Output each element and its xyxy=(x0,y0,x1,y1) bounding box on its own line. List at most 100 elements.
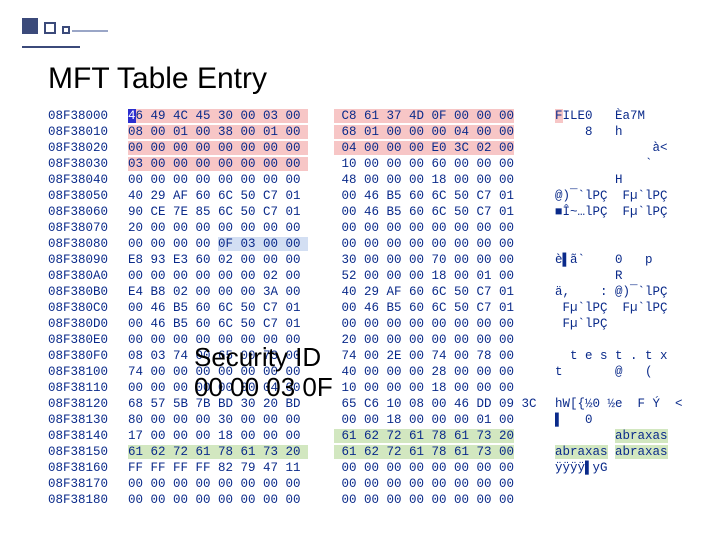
hex-ascii: H xyxy=(540,172,623,188)
hex-row: 08F38100 74 00 00 00 00 00 00 00 40 00 0… xyxy=(48,364,683,380)
hex-ascii: t @ ( xyxy=(540,364,653,380)
callout-line1: Security ID xyxy=(194,342,333,372)
hex-row: 08F38060 90 CE 7E 85 6C 50 C7 01 00 46 B… xyxy=(48,204,683,220)
hex-ascii: ` xyxy=(540,156,653,172)
hex-offset: 08F38100 xyxy=(48,364,128,380)
hex-ascii: à< xyxy=(540,140,668,156)
hex-bytes-right: 00 46 B5 60 6C 50 C7 01 xyxy=(334,300,540,316)
hex-bytes-left: 00 00 00 00 00 00 00 00 xyxy=(128,492,334,508)
hex-bytes-right: 00 00 00 00 00 00 00 00 xyxy=(334,492,540,508)
hex-bytes-right: 00 00 00 00 00 00 00 00 xyxy=(334,236,540,252)
hex-row: 08F380E0 00 00 00 00 00 00 00 00 20 00 0… xyxy=(48,332,683,348)
page-title: MFT Table Entry xyxy=(48,62,267,96)
hex-ascii: hW[{½0 ½e F Ý < xyxy=(540,396,683,412)
hex-ascii: abraxas xyxy=(540,428,668,444)
hex-row: 08F38070 20 00 00 00 00 00 00 00 00 00 0… xyxy=(48,220,683,236)
hex-offset: 08F38020 xyxy=(48,140,128,156)
hex-offset: 08F380A0 xyxy=(48,268,128,284)
hex-bytes-right: C8 61 37 4D 0F 00 00 00 xyxy=(334,108,540,124)
hex-ascii: @)¯`lPÇ Fµ`lPÇ xyxy=(540,188,668,204)
hex-bytes-right: 10 00 00 00 18 00 00 00 xyxy=(334,380,540,396)
hex-offset: 08F38000 xyxy=(48,108,128,124)
callout-security-id: Security ID 00 00 03 0F xyxy=(194,342,333,402)
hex-row: 08F38170 00 00 00 00 00 00 00 00 00 00 0… xyxy=(48,476,683,492)
hex-bytes-left: 00 00 00 00 0F 03 00 00 xyxy=(128,236,334,252)
hex-offset: 08F380B0 xyxy=(48,284,128,300)
hex-offset: 08F38060 xyxy=(48,204,128,220)
hex-bytes-left: 61 62 72 61 78 61 73 20 xyxy=(128,444,334,460)
hex-bytes-right: 00 00 00 00 00 00 00 00 xyxy=(334,316,540,332)
hex-bytes-left: 17 00 00 00 18 00 00 00 xyxy=(128,428,334,444)
hex-ascii: t e s t . t x xyxy=(540,348,668,364)
hex-bytes-left: 00 46 B5 60 6C 50 C7 01 xyxy=(128,300,334,316)
hex-offset: 08F38080 xyxy=(48,236,128,252)
hex-offset: 08F38040 xyxy=(48,172,128,188)
hex-bytes-right: 04 00 00 00 E0 3C 02 00 xyxy=(334,140,540,156)
hex-bytes-left: 08 00 01 00 38 00 01 00 xyxy=(128,124,334,140)
hex-ascii: R xyxy=(540,268,623,284)
hex-row: 08F38090 E8 93 E3 60 02 00 00 00 30 00 0… xyxy=(48,252,683,268)
hex-offset: 08F380D0 xyxy=(48,316,128,332)
hex-ascii: abraxas abraxas xyxy=(540,444,668,460)
hex-bytes-left: 00 46 B5 60 6C 50 C7 01 xyxy=(128,316,334,332)
hex-bytes-left: E4 B8 02 00 00 00 3A 00 xyxy=(128,284,334,300)
hex-row: 08F38150 61 62 72 61 78 61 73 20 61 62 7… xyxy=(48,444,683,460)
hex-bytes-left: 46 49 4C 45 30 00 03 00 xyxy=(128,108,334,124)
hex-bytes-left: 80 00 00 00 30 00 00 00 xyxy=(128,412,334,428)
hex-ascii xyxy=(540,380,555,396)
hex-offset: 08F38050 xyxy=(48,188,128,204)
hex-ascii: ä, : @)¯`lPÇ xyxy=(540,284,668,300)
hex-dump: 08F38000 46 49 4C 45 30 00 03 00 C8 61 3… xyxy=(48,108,683,508)
hex-row: 08F38040 00 00 00 00 00 00 00 00 48 00 0… xyxy=(48,172,683,188)
hex-offset: 08F38090 xyxy=(48,252,128,268)
hex-row: 08F38020 00 00 00 00 00 00 00 00 04 00 0… xyxy=(48,140,683,156)
hex-ascii: FILE0 Èa7M xyxy=(540,108,645,124)
hex-row: 08F380B0 E4 B8 02 00 00 00 3A 00 40 29 A… xyxy=(48,284,683,300)
hex-ascii xyxy=(540,236,555,252)
hex-row: 08F38010 08 00 01 00 38 00 01 00 68 01 0… xyxy=(48,124,683,140)
hex-offset: 08F38160 xyxy=(48,460,128,476)
hex-bytes-right: 52 00 00 00 18 00 01 00 xyxy=(334,268,540,284)
hex-bytes-left: 00 00 00 00 00 00 00 00 xyxy=(128,140,334,156)
hex-bytes-right: 00 00 18 00 00 00 01 00 xyxy=(334,412,540,428)
hex-row: 08F38030 03 00 00 00 00 00 00 00 10 00 0… xyxy=(48,156,683,172)
hex-bytes-left: 20 00 00 00 00 00 00 00 xyxy=(128,220,334,236)
hex-bytes-right: 65 C6 10 08 00 46 DD 09 3C xyxy=(334,396,540,412)
hex-ascii: ■Î~…lPÇ Fµ`lPÇ xyxy=(540,204,668,220)
hex-bytes-left: E8 93 E3 60 02 00 00 00 xyxy=(128,252,334,268)
hex-row: 08F38120 68 57 5B 7B BD 30 20 BD 65 C6 1… xyxy=(48,396,683,412)
hex-ascii: ▌ 0 xyxy=(540,412,593,428)
hex-row: 08F38080 00 00 00 00 0F 03 00 00 00 00 0… xyxy=(48,236,683,252)
hex-ascii: 8 h xyxy=(540,124,623,140)
hex-ascii: Fµ`lPÇ Fµ`lPÇ xyxy=(540,300,668,316)
hex-bytes-right: 10 00 00 00 60 00 00 00 xyxy=(334,156,540,172)
hex-bytes-right: 48 00 00 00 18 00 00 00 xyxy=(334,172,540,188)
hex-bytes-right: 40 29 AF 60 6C 50 C7 01 xyxy=(334,284,540,300)
hex-ascii xyxy=(540,220,555,236)
hex-row: 08F38180 00 00 00 00 00 00 00 00 00 00 0… xyxy=(48,492,683,508)
hex-ascii: Fµ`lPÇ xyxy=(540,316,608,332)
hex-offset: 08F38130 xyxy=(48,412,128,428)
hex-bytes-left: 40 29 AF 60 6C 50 C7 01 xyxy=(128,188,334,204)
hex-bytes-left: FF FF FF FF 82 79 47 11 xyxy=(128,460,334,476)
hex-offset: 08F38120 xyxy=(48,396,128,412)
hex-row: 08F38000 46 49 4C 45 30 00 03 00 C8 61 3… xyxy=(48,108,683,124)
hex-bytes-right: 30 00 00 00 70 00 00 00 xyxy=(334,252,540,268)
hex-ascii: è▌ã` 0 p xyxy=(540,252,653,268)
hex-bytes-right: 00 00 00 00 00 00 00 00 xyxy=(334,476,540,492)
hex-row: 08F38140 17 00 00 00 18 00 00 00 61 62 7… xyxy=(48,428,683,444)
hex-row: 08F380F0 08 03 74 00 65 00 73 00 74 00 2… xyxy=(48,348,683,364)
hex-bytes-right: 00 00 00 00 00 00 00 00 xyxy=(334,460,540,476)
hex-ascii xyxy=(540,492,555,508)
hex-bytes-right: 00 00 00 00 00 00 00 00 xyxy=(334,220,540,236)
hex-ascii: ÿÿÿÿ▌yG xyxy=(540,460,608,476)
hex-offset: 08F38110 xyxy=(48,380,128,396)
hex-offset: 08F380F0 xyxy=(48,348,128,364)
slide-corner-decoration xyxy=(22,18,102,42)
hex-bytes-right: 61 62 72 61 78 61 73 00 xyxy=(334,444,540,460)
hex-offset: 08F38170 xyxy=(48,476,128,492)
hex-bytes-right: 68 01 00 00 00 04 00 00 xyxy=(334,124,540,140)
hex-offset: 08F38070 xyxy=(48,220,128,236)
callout-line2: 00 00 03 0F xyxy=(194,372,333,402)
hex-offset: 08F380C0 xyxy=(48,300,128,316)
